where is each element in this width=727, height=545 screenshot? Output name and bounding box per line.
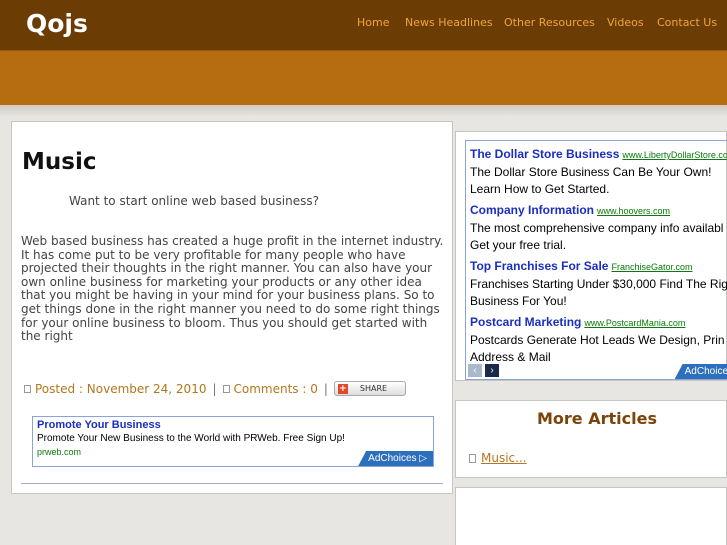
- inline-ad[interactable]: Promote Your Business Promote Your New B…: [32, 416, 434, 467]
- article-title: Music: [22, 149, 97, 175]
- nav-videos[interactable]: Videos: [607, 16, 644, 29]
- sidebar-panel: [455, 487, 727, 545]
- ad-line: Postcards Generate Hot Leads We Design, …: [470, 333, 725, 347]
- ad-line: Get your free trial.: [470, 238, 567, 252]
- sidebar-ad-panel: The Dollar Store Business www.LibertyDoll…: [455, 131, 727, 381]
- adchoices-badge[interactable]: AdChoices ▷: [358, 451, 433, 466]
- adchoices-badge[interactable]: AdChoice: [674, 364, 727, 379]
- more-articles-link-label[interactable]: Music...: [481, 451, 527, 465]
- comment-icon: [222, 384, 230, 393]
- nav-home[interactable]: Home: [357, 16, 389, 29]
- ad-title[interactable]: Postcard Marketing: [470, 315, 581, 329]
- nav-contact-us[interactable]: Contact Us: [657, 16, 717, 29]
- article-meta: Posted : November 24, 2010 | Comments : …: [24, 381, 406, 396]
- ad-title[interactable]: The Dollar Store Business: [470, 147, 619, 161]
- inline-ad-url[interactable]: prweb.com: [37, 447, 81, 457]
- banner-shadow: [0, 105, 727, 117]
- share-label: SHARE: [359, 384, 388, 393]
- comments-link[interactable]: Comments : 0: [234, 382, 318, 396]
- inline-ad-title[interactable]: Promote Your Business: [37, 419, 161, 431]
- posted-date: Posted : November 24, 2010: [35, 381, 207, 396]
- article-panel: Music Want to start online web based bus…: [11, 121, 453, 494]
- sidebar-ad-item[interactable]: Postcard Marketing www.PostcardMania.com …: [470, 313, 725, 365]
- ad-line: The Dollar Store Business Can Be Your Ow…: [470, 165, 712, 179]
- ad-pager: ‹ ›: [468, 364, 499, 377]
- calendar-icon: [24, 384, 31, 393]
- ad-line: Business For You!: [470, 294, 567, 308]
- article-body: Web based business has created a huge pr…: [21, 234, 444, 344]
- sidebar-ad-item[interactable]: Top Franchises For Sale FranchiseGator.co…: [470, 257, 727, 309]
- ad-line: Address & Mail: [470, 350, 551, 364]
- ad-url[interactable]: www.hoovers.com: [597, 206, 670, 216]
- sidebar-ad-item[interactable]: The Dollar Store Business www.LibertyDoll…: [470, 145, 727, 197]
- ad-line: Franchises Starting Under $30,000 Find T…: [470, 277, 727, 291]
- chevron-right-icon[interactable]: ›: [485, 364, 499, 377]
- ad-url[interactable]: FranchiseGator.com: [611, 262, 692, 272]
- site-logo[interactable]: Qojs: [26, 9, 88, 38]
- document-icon: [469, 453, 476, 463]
- inline-ad-desc: Promote Your New Business to the World w…: [37, 433, 345, 444]
- share-button[interactable]: + SHARE: [333, 381, 406, 396]
- nav-other-resources[interactable]: Other Resources: [504, 16, 595, 29]
- ad-title[interactable]: Top Franchises For Sale: [470, 259, 608, 273]
- meta-separator: |: [212, 381, 217, 396]
- article-lead: Want to start online web based business?: [69, 194, 319, 208]
- ad-line: Learn How to Get Started.: [470, 182, 610, 196]
- nav-news-headlines[interactable]: News Headlines: [405, 16, 493, 29]
- more-articles-link[interactable]: Music...: [469, 451, 527, 465]
- sidebar-ad-box: The Dollar Store Business www.LibertyDoll…: [465, 140, 727, 380]
- ad-title[interactable]: Company Information: [470, 203, 594, 217]
- ad-line: The most comprehensive company info avai…: [470, 221, 724, 235]
- more-articles-heading: More Articles: [537, 409, 657, 428]
- site-header: Qojs Home News Headlines Other Resources…: [0, 0, 727, 50]
- ad-url[interactable]: www.PostcardMania.com: [584, 318, 685, 328]
- divider: [21, 483, 443, 484]
- chevron-left-icon[interactable]: ‹: [468, 364, 482, 377]
- more-articles-panel: More Articles Music...: [455, 400, 727, 478]
- plus-icon: +: [337, 383, 348, 394]
- ad-url[interactable]: www.LibertyDollarStore.co: [622, 150, 727, 160]
- sidebar-ad-item[interactable]: Company Information www.hoovers.com The m…: [470, 201, 723, 253]
- meta-separator: |: [323, 381, 328, 396]
- header-banner: [0, 50, 727, 105]
